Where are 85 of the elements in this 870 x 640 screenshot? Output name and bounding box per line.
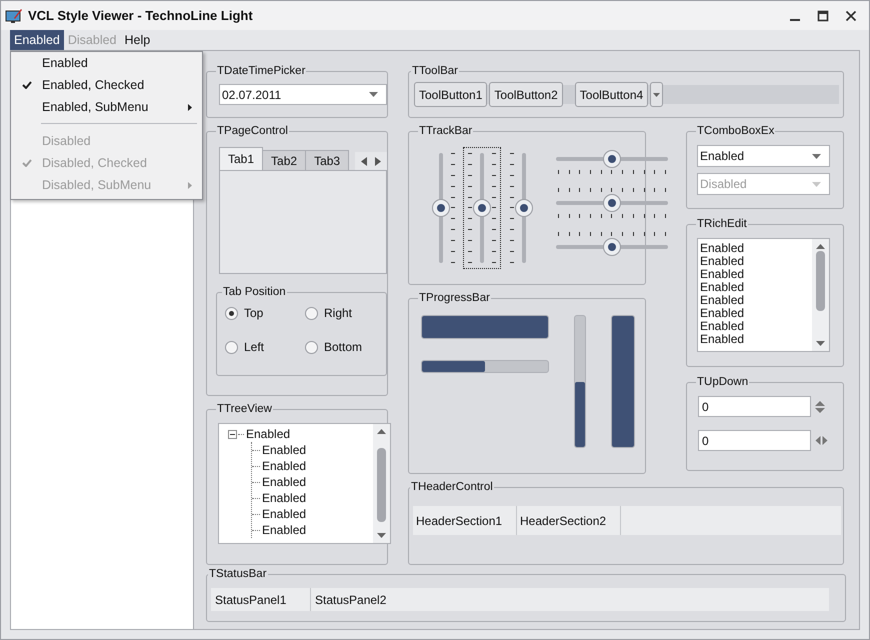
up-down-arrows-icon[interactable] — [815, 400, 825, 414]
menu-item[interactable]: Enabled — [11, 52, 202, 74]
group-title: TRichEdit — [696, 218, 748, 230]
menu-item[interactable]: Help — [120, 30, 154, 50]
slider-thumb[interactable] — [432, 200, 448, 216]
toolbar-button[interactable]: ToolButton4 — [574, 82, 648, 107]
status-text: StatusPanel2 — [314, 592, 388, 608]
maximize-icon[interactable] — [817, 10, 829, 22]
tree-item[interactable]: Enabled — [262, 523, 306, 537]
slider-thumb[interactable] — [604, 151, 620, 167]
number-field[interactable]: 0 — [698, 396, 811, 417]
group-title: Tab Position — [222, 286, 287, 298]
left-right-arrows-icon[interactable] — [815, 436, 828, 445]
slider-thumb[interactable] — [516, 200, 532, 216]
scroll-up-icon[interactable] — [377, 429, 386, 434]
group-title: TStatusBar — [208, 568, 268, 580]
header-section[interactable]: HeaderSection1 — [413, 506, 517, 535]
radio-button[interactable] — [225, 340, 238, 354]
menu-item[interactable]: Enabled, Checked — [11, 74, 202, 96]
radio-button[interactable] — [225, 306, 238, 320]
close-icon[interactable] — [845, 10, 857, 22]
dropdown-arrow-icon — [812, 182, 821, 186]
horizontal-slider[interactable] — [555, 231, 669, 255]
tree-item[interactable]: Enabled — [262, 475, 306, 489]
text-line: Enabled — [700, 255, 746, 268]
group-title: TComboBoxEx — [696, 125, 776, 137]
text-line: Enabled — [700, 320, 746, 333]
radio-button[interactable] — [305, 340, 318, 354]
dropdown-arrow-icon — [369, 92, 378, 97]
tree-item[interactable]: Enabled — [262, 443, 306, 457]
text-line: Enabled — [700, 333, 746, 346]
radio-option[interactable]: Top — [225, 306, 264, 320]
toolbar-button[interactable]: ToolButton1 — [414, 82, 488, 107]
tree-item[interactable]: Enabled — [262, 459, 306, 473]
text-line: Enabled — [700, 268, 746, 281]
group-title: TToolBar — [411, 65, 460, 77]
text-line: Enabled — [700, 294, 746, 307]
collapse-icon[interactable] — [228, 430, 237, 438]
horizontal-slider[interactable] — [555, 151, 669, 175]
horizontal-slider[interactable] — [555, 187, 669, 219]
vertical-slider[interactable] — [463, 147, 501, 269]
scrollbar[interactable] — [812, 239, 829, 351]
number-field[interactable]: 0 — [698, 430, 811, 451]
toolbar-button[interactable]: ToolButton2 — [489, 82, 563, 107]
tree-item[interactable]: Enabled — [246, 427, 290, 441]
combo-box[interactable]: Enabled — [697, 145, 830, 167]
dropdown-button[interactable] — [650, 82, 664, 107]
scrollbar[interactable] — [373, 424, 390, 543]
radio-option[interactable]: Bottom — [305, 340, 362, 354]
status-text: StatusPanel1 — [211, 588, 311, 611]
caret-icon — [653, 92, 660, 96]
group-title: TUpDown — [696, 376, 750, 388]
window-title: VCL Style Viewer - TechnoLine Light — [28, 8, 253, 23]
slider-thumb[interactable] — [474, 200, 490, 216]
dropdown-arrow-icon — [812, 154, 821, 158]
scroll-up-icon[interactable] — [816, 244, 825, 249]
scroll-left-icon[interactable] — [361, 156, 367, 166]
text-line: Enabled — [700, 281, 746, 294]
group-title: THeaderControl — [410, 481, 494, 493]
scroll-down-icon[interactable] — [377, 533, 386, 538]
text-line: Enabled — [700, 242, 746, 255]
slider-thumb[interactable] — [604, 195, 620, 211]
group-title: TPageControl — [216, 125, 289, 137]
header-section[interactable]: HeaderSection2 — [517, 506, 621, 535]
tab[interactable]: Tab1 — [219, 147, 264, 170]
rich-text-field[interactable]: Enabled Enabled Enabled Enabled Enabled Enabled Enabled Enabled — [697, 238, 830, 352]
tree-item[interactable]: Enabled — [262, 491, 306, 505]
app-icon — [5, 8, 23, 24]
radio-button[interactable] — [305, 306, 318, 320]
tab[interactable]: Tab2 — [262, 150, 306, 170]
radio-option[interactable]: Right — [305, 306, 352, 320]
radio-option[interactable]: Left — [225, 340, 264, 354]
scroll-down-icon[interactable] — [816, 341, 825, 346]
tree-item[interactable]: Enabled — [262, 507, 306, 521]
menu-item[interactable]: Enabled — [10, 30, 64, 50]
group-title: TTreeView — [216, 403, 273, 415]
group-title: TDateTimePicker — [216, 65, 306, 77]
menu-item[interactable]: Enabled, SubMenu — [11, 96, 202, 118]
slider-thumb[interactable] — [604, 239, 620, 255]
text-line: Enabled — [700, 307, 746, 320]
group-title: TTrackBar — [418, 125, 474, 137]
date-picker-field[interactable]: 02.07.2011 — [219, 84, 387, 105]
scroll-right-icon[interactable] — [375, 156, 381, 166]
group-title: TProgressBar — [418, 292, 491, 304]
tab[interactable]: Tab3 — [305, 150, 350, 170]
